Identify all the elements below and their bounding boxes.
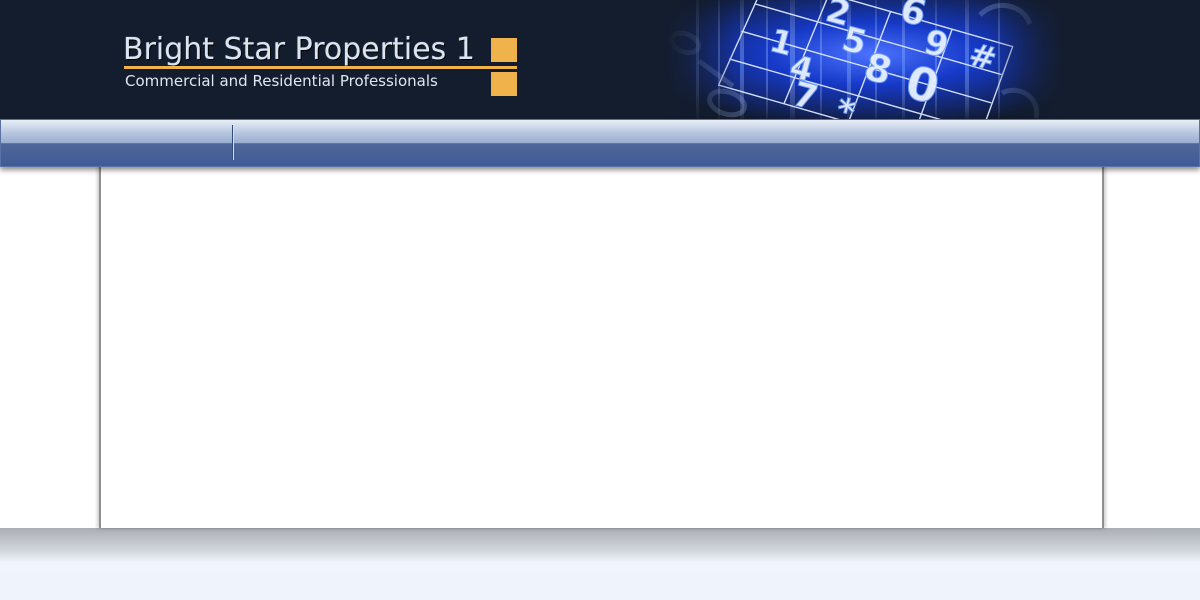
orange-accent-square-bottom — [491, 72, 517, 96]
site-header: Bright Star Properties 1 Commercial and … — [0, 0, 1200, 120]
main-navigation-bar — [0, 119, 1200, 167]
brand-block: Bright Star Properties 1 Commercial and … — [123, 31, 523, 101]
title-underline — [124, 66, 517, 69]
navigation-divider — [232, 125, 233, 160]
main-content-area — [99, 166, 1104, 528]
keypad-illustration: 1 4 7 2 5 8 * 6 9 0 # — [664, 0, 1064, 120]
site-tagline: Commercial and Residential Professionals — [125, 72, 438, 90]
keypad-hero-image: 1 4 7 2 5 8 * 6 9 0 # — [664, 0, 1064, 120]
site-footer — [0, 528, 1200, 600]
site-title: Bright Star Properties 1 — [123, 32, 475, 67]
orange-accent-square-top — [491, 38, 517, 62]
